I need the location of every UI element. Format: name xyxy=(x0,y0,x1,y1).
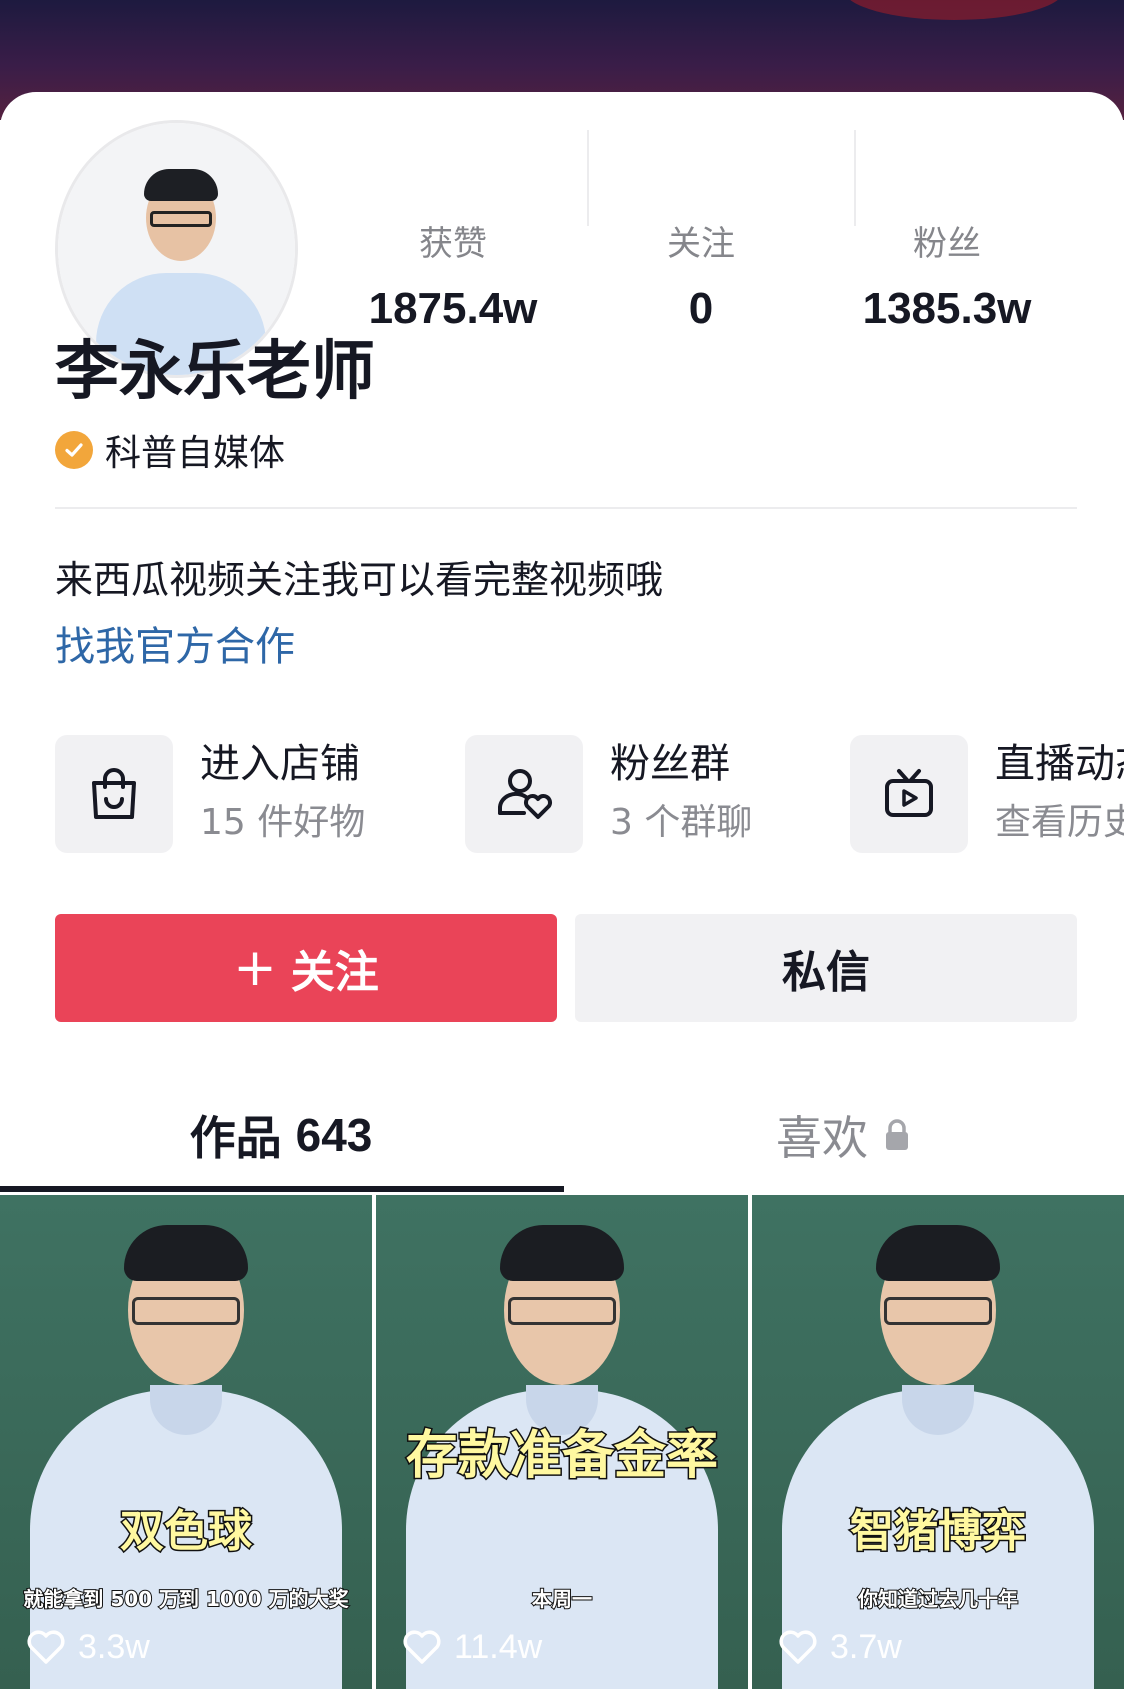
heart-icon xyxy=(403,1630,441,1664)
tab-likes-label: 喜欢 xyxy=(776,1111,868,1165)
video-thumbnail[interactable]: 存款准备金率 本周一 11.4w xyxy=(376,1195,748,1689)
tab-works[interactable]: 作品 643 xyxy=(0,1085,562,1185)
shopping-bag-icon xyxy=(55,735,173,853)
verified-badge-icon xyxy=(55,431,93,469)
profile-stats: 获赞 1875.4w 关注 0 粉丝 1385.3w xyxy=(320,222,1100,342)
heart-icon xyxy=(27,1630,65,1664)
stat-divider xyxy=(587,130,589,226)
avatar-hair xyxy=(144,169,218,201)
fan-group-icon xyxy=(465,735,583,853)
video-likes-count: 3.7w xyxy=(830,1627,902,1666)
presenter-glasses xyxy=(132,1297,240,1325)
message-label: 私信 xyxy=(782,947,870,998)
feature-title: 粉丝群 xyxy=(610,741,730,787)
plus-icon: + xyxy=(233,938,277,998)
presenter-glasses xyxy=(884,1297,992,1325)
stat-value: 1385.3w xyxy=(862,284,1032,333)
tab-works-label: 作品 xyxy=(189,1111,282,1165)
stat-label: 粉丝 xyxy=(913,224,981,264)
video-caption: 双色球 xyxy=(119,1505,254,1559)
presenter-hair xyxy=(500,1225,624,1281)
presenter-hair xyxy=(876,1225,1000,1281)
follow-label: 关注 xyxy=(290,947,379,998)
presenter-glasses xyxy=(508,1297,616,1325)
avatar-glasses xyxy=(150,211,212,227)
feature-subtitle: 查看历史 xyxy=(995,802,1124,843)
lock-icon xyxy=(884,1118,910,1152)
feature-subtitle: 15 件好物 xyxy=(200,802,366,843)
active-tab-indicator xyxy=(0,1186,564,1192)
banner-glow xyxy=(844,0,1064,20)
verified-label: 科普自媒体 xyxy=(105,433,286,474)
presenter-hair xyxy=(124,1225,248,1281)
video-likes-count: 11.4w xyxy=(454,1627,543,1666)
stat-followers[interactable]: 粉丝 1385.3w xyxy=(814,222,1080,336)
video-caption: 智猪博弈 xyxy=(849,1505,1028,1559)
video-subtitle: 你知道过去几十年 xyxy=(857,1586,1019,1612)
cooperation-link[interactable]: 找我官方合作 xyxy=(55,622,295,672)
feature-title: 直播动态 xyxy=(995,741,1124,787)
video-likes-count: 3.3w xyxy=(78,1627,150,1666)
stat-value: 1875.4w xyxy=(368,284,538,333)
video-likes: 3.7w xyxy=(778,1625,902,1669)
section-divider xyxy=(55,507,1077,509)
video-subtitle: 就能拿到 500 万到 1000 万的大奖 xyxy=(22,1586,349,1612)
stat-following[interactable]: 关注 0 xyxy=(568,222,834,336)
verified-row: 科普自媒体 xyxy=(55,428,285,474)
stat-label: 获赞 xyxy=(419,224,487,264)
video-thumbnail[interactable]: 双色球 就能拿到 500 万到 1000 万的大奖 3.3w xyxy=(0,1195,372,1689)
tab-likes[interactable]: 喜欢 xyxy=(562,1085,1124,1185)
video-thumbnail[interactable]: 智猪博弈 你知道过去几十年 3.7w xyxy=(752,1195,1124,1689)
video-likes: 3.3w xyxy=(26,1625,150,1669)
profile-bio: 来西瓜视频关注我可以看完整视频哦 xyxy=(55,558,664,602)
tab-works-count: 643 xyxy=(295,1109,373,1161)
stat-value: 0 xyxy=(688,284,714,333)
video-grid: 双色球 就能拿到 500 万到 1000 万的大奖 3.3w 存款准备金率 本周… xyxy=(0,1195,1124,1689)
feature-title: 进入店铺 xyxy=(200,741,360,787)
video-likes: 11.4w xyxy=(402,1625,542,1669)
stat-label: 关注 xyxy=(667,224,735,264)
live-tv-icon xyxy=(850,735,968,853)
feature-subtitle: 3 个群聊 xyxy=(610,802,753,843)
stat-likes[interactable]: 获赞 1875.4w xyxy=(320,222,586,336)
video-caption: 存款准备金率 xyxy=(404,1425,719,1488)
video-subtitle: 本周一 xyxy=(531,1586,593,1612)
stat-divider xyxy=(854,130,856,226)
profile-name: 李永乐老师 xyxy=(55,335,375,409)
message-button[interactable]: 私信 xyxy=(575,914,1077,1022)
content-tabs: 作品 643 喜欢 xyxy=(0,1085,1124,1195)
heart-icon xyxy=(779,1630,817,1664)
follow-button[interactable]: + 关注 xyxy=(55,914,557,1022)
